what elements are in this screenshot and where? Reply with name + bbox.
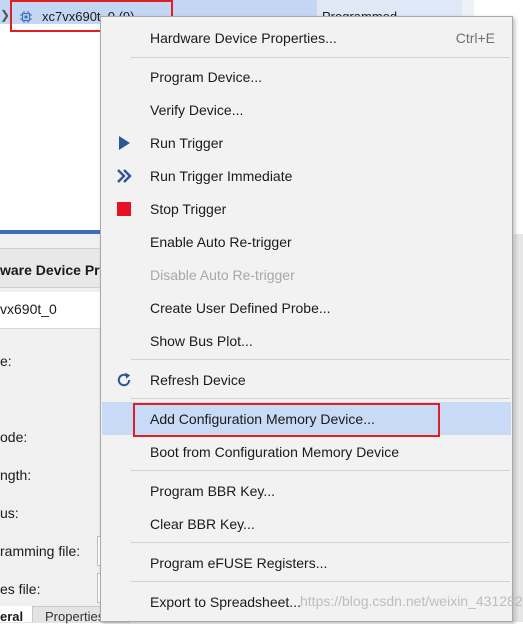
field-label-name: e: (0, 353, 12, 369)
watermark-text: https://blog.csdn.net/weixin_43128208 (300, 593, 523, 609)
field-label-length: ngth: (0, 467, 32, 483)
menu-label: Boot from Configuration Memory Device (150, 444, 399, 460)
menu-item-stop-trigger[interactable]: Stop Trigger (102, 192, 511, 225)
menu-item-hardware-device-properties[interactable]: Hardware Device Properties... Ctrl+E (102, 21, 511, 54)
annotation-box-add-configuration-memory (133, 403, 440, 437)
menu-item-program-efuse-registers[interactable]: Program eFUSE Registers... (102, 546, 511, 579)
menu-label: Hardware Device Properties... (150, 30, 337, 46)
menu-label: Show Bus Plot... (150, 333, 253, 349)
properties-device-name: vx690t_0 (0, 301, 57, 317)
menu-item-verify-device[interactable]: Verify Device... (102, 93, 511, 126)
menu-item-program-device[interactable]: Program Device... (102, 60, 511, 93)
double-chevron-right-icon (117, 169, 132, 183)
menu-label: Disable Auto Re-trigger (150, 267, 295, 283)
menu-item-disable-auto-retrigger: Disable Auto Re-trigger (102, 258, 511, 291)
menu-item-show-bus-plot[interactable]: Show Bus Plot... (102, 324, 511, 357)
refresh-icon (117, 372, 131, 387)
menu-item-create-user-defined-probe[interactable]: Create User Defined Probe... (102, 291, 511, 324)
field-label-probes-file: es file: (0, 581, 41, 597)
menu-label: Refresh Device (150, 372, 246, 388)
expand-arrow-icon[interactable]: ❯ (0, 8, 10, 22)
menu-label: Clear BBR Key... (150, 516, 255, 532)
menu-label: Export to Spreadsheet... (150, 594, 301, 610)
menu-item-run-trigger-immediate[interactable]: Run Trigger Immediate (102, 159, 511, 192)
panel-scrollbar[interactable] (515, 234, 523, 622)
field-label-programming-file: ramming file: (0, 543, 81, 559)
field-label-mode: ode: (0, 429, 28, 445)
menu-item-boot-from-configuration-memory-device[interactable]: Boot from Configuration Memory Device (102, 435, 511, 468)
menu-label: Verify Device... (150, 102, 244, 118)
menu-label: Enable Auto Re-trigger (150, 234, 292, 250)
context-menu: Hardware Device Properties... Ctrl+E Pro… (100, 16, 513, 622)
menu-label: Stop Trigger (150, 201, 227, 217)
menu-item-run-trigger[interactable]: Run Trigger (102, 126, 511, 159)
menu-label: Program BBR Key... (150, 483, 276, 499)
menu-shortcut: Ctrl+E (455, 30, 495, 46)
play-icon (119, 136, 130, 150)
menu-separator (131, 542, 510, 543)
menu-separator (131, 359, 510, 360)
menu-separator (131, 398, 510, 399)
menu-item-enable-auto-retrigger[interactable]: Enable Auto Re-trigger (102, 225, 511, 258)
menu-item-program-bbr-key[interactable]: Program BBR Key... (102, 474, 511, 507)
menu-label: Create User Defined Probe... (150, 300, 331, 316)
menu-label: Run Trigger (150, 135, 224, 151)
menu-item-clear-bbr-key[interactable]: Clear BBR Key... (102, 507, 511, 540)
menu-label: Program eFUSE Registers... (150, 555, 328, 571)
menu-separator (131, 581, 510, 582)
menu-separator (131, 470, 510, 471)
stop-icon (117, 202, 131, 216)
field-label-status: us: (0, 505, 19, 521)
menu-label: Program Device... (150, 69, 263, 85)
menu-label: Run Trigger Immediate (150, 168, 293, 184)
properties-title: ware Device Pro (0, 262, 109, 278)
menu-item-refresh-device[interactable]: Refresh Device (102, 363, 511, 396)
menu-separator (131, 57, 510, 58)
